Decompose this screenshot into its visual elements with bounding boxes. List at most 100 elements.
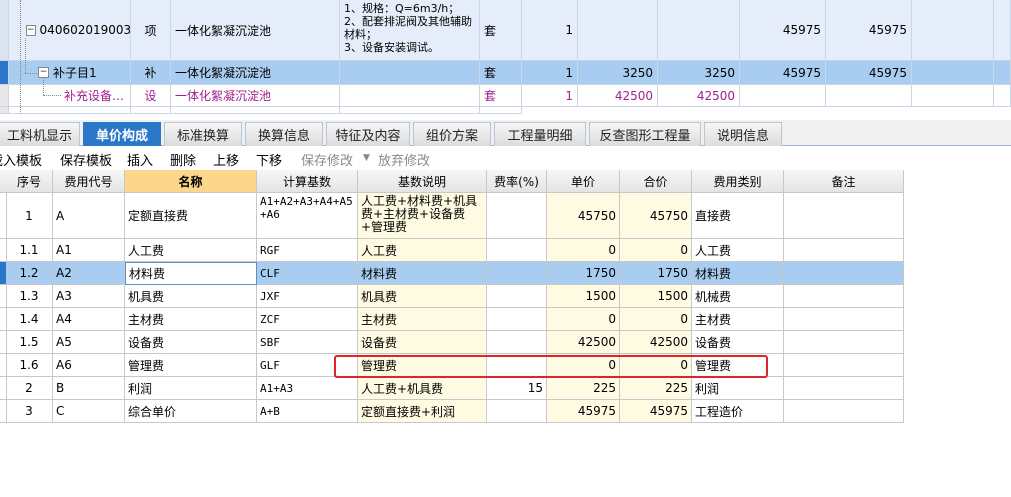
fee-category[interactable]: 直接费 — [692, 193, 784, 239]
fee-code[interactable]: A3 — [53, 285, 125, 308]
fee-total[interactable]: 0 — [620, 308, 692, 331]
tab-quantity-detail[interactable]: 工程量明细 — [494, 122, 586, 146]
load-template-button[interactable]: 载入模板 — [0, 150, 42, 169]
fee-note[interactable] — [784, 354, 904, 377]
fee-base[interactable]: RGF — [257, 239, 358, 262]
fee-base-desc[interactable]: 设备费 — [358, 331, 487, 354]
tab-description-info[interactable]: 说明信息 — [704, 122, 782, 146]
item-extra-2[interactable] — [994, 61, 1011, 85]
fee-seq[interactable]: 1.5 — [6, 331, 53, 354]
fee-total[interactable]: 42500 — [620, 331, 692, 354]
fee-price[interactable]: 1500 — [547, 285, 620, 308]
fee-category[interactable]: 工程造价 — [692, 400, 784, 423]
tab-unit-price-composition[interactable]: 单价构成 — [83, 122, 161, 146]
save-changes-button[interactable]: 保存修改 — [301, 150, 353, 169]
fee-base-desc[interactable]: 主材费 — [358, 308, 487, 331]
fee-rate[interactable] — [487, 400, 547, 423]
fee-name[interactable]: 定额直接费 — [125, 193, 257, 239]
move-down-button[interactable]: 下移 — [256, 150, 282, 169]
fee-name[interactable]: 管理费 — [125, 354, 257, 377]
fee-name[interactable]: 设备费 — [125, 331, 257, 354]
col-header-category[interactable]: 费用类别 — [692, 170, 784, 193]
item-price-2[interactable]: 42500 — [658, 85, 740, 107]
fee-base-desc[interactable]: 定额直接费+利润 — [358, 400, 487, 423]
table-row[interactable]: 补充设备… 设 一体化絮凝沉淀池 套 1 42500 42500 — [0, 85, 1011, 107]
fee-note[interactable] — [784, 285, 904, 308]
item-extra-2[interactable] — [994, 0, 1011, 61]
fee-category[interactable]: 机械费 — [692, 285, 784, 308]
fee-note[interactable] — [784, 239, 904, 262]
item-name[interactable]: 一体化絮凝沉淀池 — [171, 0, 340, 61]
tab-features-content[interactable]: 特征及内容 — [326, 122, 410, 146]
fee-code[interactable]: A4 — [53, 308, 125, 331]
fee-base-desc[interactable]: 人工费+机具费 — [358, 377, 487, 400]
item-name[interactable]: 一体化絮凝沉淀池 — [171, 61, 340, 85]
item-price-1[interactable]: 3250 — [578, 61, 658, 85]
fee-rate[interactable] — [487, 285, 547, 308]
fee-base[interactable]: ZCF — [257, 308, 358, 331]
fee-rate[interactable] — [487, 354, 547, 377]
fee-total[interactable]: 1750 — [620, 262, 692, 285]
fee-base-desc[interactable]: 管理费 — [358, 354, 487, 377]
fee-base[interactable]: SBF — [257, 331, 358, 354]
fee-category[interactable]: 材料费 — [692, 262, 784, 285]
tab-pricing-scheme[interactable]: 组价方案 — [413, 122, 491, 146]
item-qty[interactable]: 1 — [522, 61, 578, 85]
fee-name[interactable]: 机具费 — [125, 285, 257, 308]
fee-base[interactable]: JXF — [257, 285, 358, 308]
item-code-cell[interactable]: − 040602019003 — [8, 0, 131, 61]
item-desc[interactable] — [340, 85, 480, 107]
fee-note[interactable] — [784, 308, 904, 331]
fee-category[interactable]: 管理费 — [692, 354, 784, 377]
discard-changes-button[interactable]: 放弃修改 — [378, 150, 430, 169]
fee-base-desc[interactable]: 材料费 — [358, 262, 487, 285]
item-desc[interactable]: 1、规格：Q=6m3/h； 2、配套排泥阀及其他辅助材料； 3、设备安装调试。 — [340, 0, 480, 61]
fee-note[interactable] — [784, 400, 904, 423]
item-name[interactable]: 一体化絮凝沉淀池 — [171, 85, 340, 107]
fee-total[interactable]: 225 — [620, 377, 692, 400]
fee-base[interactable]: A1+A3 — [257, 377, 358, 400]
save-template-button[interactable]: 保存模板 — [60, 150, 112, 169]
table-row[interactable]: − 补子目1 补 一体化絮凝沉淀池 套 1 3250 3250 45975 45… — [0, 61, 1011, 85]
fee-price[interactable]: 42500 — [547, 331, 620, 354]
fee-category[interactable]: 主材费 — [692, 308, 784, 331]
fee-rate[interactable] — [487, 262, 547, 285]
item-total-1[interactable]: 45975 — [740, 0, 826, 61]
item-qty[interactable]: 1 — [522, 85, 578, 107]
fee-total[interactable]: 0 — [620, 354, 692, 377]
fee-price[interactable]: 0 — [547, 308, 620, 331]
fee-code[interactable]: A2 — [53, 262, 125, 285]
tab-conversion-info[interactable]: 换算信息 — [245, 122, 323, 146]
fee-total[interactable]: 1500 — [620, 285, 692, 308]
item-code-cell[interactable]: 补充设备… — [8, 85, 131, 107]
item-total-1[interactable] — [740, 85, 826, 107]
table-row[interactable]: − 040602019003 项 一体化絮凝沉淀池 1、规格：Q=6m3/h； … — [0, 0, 1011, 61]
item-price-2[interactable] — [658, 0, 740, 61]
fee-note[interactable] — [784, 377, 904, 400]
fee-price[interactable]: 45975 — [547, 400, 620, 423]
tab-labor-material-machine[interactable]: 工料机显示 — [0, 122, 80, 146]
fee-name[interactable]: 人工费 — [125, 239, 257, 262]
fee-name[interactable]: 综合单价 — [125, 400, 257, 423]
fee-seq[interactable]: 1 — [6, 193, 53, 239]
item-type[interactable]: 设 — [131, 85, 171, 107]
fee-code[interactable]: A — [53, 193, 125, 239]
item-qty[interactable]: 1 — [522, 0, 578, 61]
item-type[interactable]: 补 — [131, 61, 171, 85]
col-header-total[interactable]: 合价 — [620, 170, 692, 193]
fee-rate[interactable]: 15 — [487, 377, 547, 400]
fee-code[interactable]: A1 — [53, 239, 125, 262]
fee-total[interactable]: 0 — [620, 239, 692, 262]
fee-name-editor[interactable]: 材料费 — [125, 262, 257, 285]
col-header-price[interactable]: 单价 — [547, 170, 620, 193]
fee-code[interactable]: A5 — [53, 331, 125, 354]
delete-button[interactable]: 删除 — [170, 150, 196, 169]
fee-rate[interactable] — [487, 193, 547, 239]
fee-base[interactable]: A1+A2+A3+A4+A5+A6 — [257, 193, 358, 239]
item-extra[interactable] — [912, 85, 994, 107]
item-unit[interactable]: 套 — [480, 0, 522, 61]
unit-price-composition-grid[interactable]: 序号 费用代号 名称 计算基数 基数说明 费率(%) 单价 合价 费用类别 备注… — [0, 170, 904, 423]
tab-reverse-lookup-quantity[interactable]: 反查图形工程量 — [589, 122, 701, 146]
collapse-icon[interactable]: − — [26, 24, 36, 36]
fee-rate[interactable] — [487, 308, 547, 331]
